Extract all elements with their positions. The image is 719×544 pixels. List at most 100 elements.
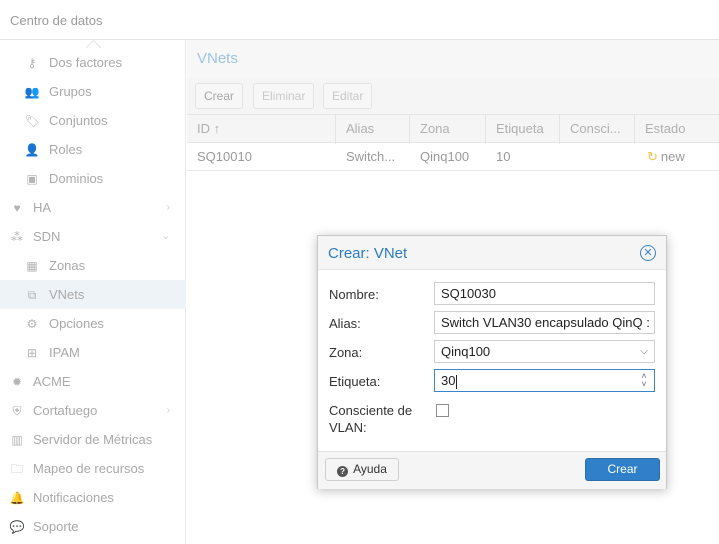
sidebar-item-opciones[interactable]: ⚙ Opciones	[0, 309, 186, 338]
alias-value: Switch VLAN30 encapsulado QinQ :	[441, 315, 650, 330]
chevron-right-icon[interactable]: ›	[167, 396, 170, 425]
sidebar-item-label: VNets	[49, 287, 85, 302]
zone-label: Zona:	[329, 345, 363, 360]
vlan-aware-label-line1: Consciente de	[329, 403, 413, 418]
sidebar-item-cortafuego[interactable]: ⛨ Cortafuego ›	[0, 396, 186, 425]
chevron-down-icon[interactable]: ⌵	[640, 341, 648, 362]
network-icon: ⧉	[27, 287, 37, 302]
create-submit-button[interactable]: Crear	[585, 458, 660, 481]
name-label: Nombre:	[329, 287, 379, 302]
sidebar-item-label: Cortafuego	[33, 403, 98, 418]
tag-value: 30	[441, 373, 456, 388]
person-icon: 👤	[24, 142, 40, 157]
sidebar-item-label: Dominios	[49, 171, 104, 186]
comments-icon: 💬	[9, 519, 25, 534]
sidebar-item-grupos[interactable]: 👥 Grupos	[0, 77, 186, 106]
create-vnet-dialog: Crear: VNet ✕ Nombre: SQ10030 Alias: Swi…	[317, 235, 667, 489]
sidebar-item-label: ACME	[33, 374, 71, 389]
vlan-aware-label-line2: VLAN:	[329, 420, 367, 435]
sidebar-item-servidor-de-métricas[interactable]: ▥ Servidor de Métricas	[0, 425, 186, 454]
sidebar-item-dominios[interactable]: ▣ Dominios	[0, 164, 186, 193]
cell-id: SQ10010	[197, 149, 252, 164]
create-button[interactable]: Crear	[195, 83, 244, 109]
sidebar-item-label: Zonas	[49, 258, 86, 273]
name-field[interactable]: SQ10030	[434, 282, 655, 305]
state-text: new	[660, 149, 685, 164]
gear-icon: ⚙	[26, 316, 38, 331]
sdn-icon: ⁂	[11, 229, 23, 244]
address-book-icon: ▣	[26, 171, 38, 186]
edit-button[interactable]: Editar	[323, 83, 373, 109]
cell-tag: 10	[496, 149, 511, 164]
zone-value: Qinq100	[441, 344, 491, 359]
sidebar: ⚷ Dos factores 👥 Grupos 🏷 Conjuntos 👤 Roles ▣ Dom…	[0, 40, 186, 544]
delete-button[interactable]: Eliminar	[253, 83, 315, 109]
signpost-icon: ⊞	[26, 345, 38, 360]
breadcrumb[interactable]: Centro de datos	[10, 13, 103, 28]
sidebar-item-label: Mapeo de recursos	[33, 461, 145, 476]
alias-field[interactable]: Switch VLAN30 encapsulado QinQ :	[434, 311, 655, 334]
sidebar-item-mapeo-de-recursos[interactable]: 🗀 Mapeo de recursos	[0, 454, 186, 483]
sidebar-item-label: Conjuntos	[49, 113, 108, 128]
bell-icon: 🔔	[9, 490, 25, 505]
heartbeat-icon: ♥	[13, 200, 21, 215]
folder-icon: 🗀	[10, 461, 23, 476]
tag-label: Etiqueta:	[329, 374, 381, 389]
chevron-right-icon[interactable]: ›	[167, 193, 170, 222]
vlan-aware-checkbox[interactable]	[436, 404, 449, 417]
refresh-icon: ↻	[647, 149, 658, 164]
sidebar-item-label: HA	[33, 200, 52, 215]
users-icon: 👥	[24, 84, 40, 99]
panel-title: VNets	[197, 50, 238, 67]
sidebar-item-label: Opciones	[49, 316, 104, 331]
sidebar-item-label: SDN	[33, 229, 61, 244]
sidebar-item-label: Dos factores	[49, 55, 122, 70]
sidebar-item-label: Grupos	[49, 84, 92, 99]
table-row[interactable]: SQ10010 Switch... Qinq100 10 ↻ new	[187, 143, 719, 171]
help-label: Ayuda	[353, 462, 387, 476]
sidebar-item-vnets[interactable]: ⧉ VNets	[0, 280, 186, 309]
key-icon: ⚷	[27, 55, 37, 70]
cell-state: ↻ new	[637, 143, 719, 170]
bar-chart-icon: ▥	[11, 432, 23, 447]
sidebar-item-ha[interactable]: ♥ HA ›	[0, 193, 186, 222]
toolbar: Crear Eliminar Editar	[187, 78, 719, 114]
sidebar-item-ipam[interactable]: ⊞ IPAM	[0, 338, 186, 367]
chevron-down-icon[interactable]: ⌄	[162, 222, 170, 251]
help-button[interactable]: ? Ayuda	[325, 458, 399, 481]
dialog-header: Crear: VNet ✕	[318, 236, 666, 270]
certificate-icon: ✹	[11, 374, 23, 389]
cell-vlan-aware	[560, 143, 635, 170]
panel-header: VNets	[187, 40, 719, 79]
dialog-footer: ? Ayuda Crear	[318, 451, 666, 489]
question-icon: ?	[337, 466, 349, 477]
column-header-vlan-aware[interactable]: Consci...	[560, 115, 635, 144]
name-value: SQ10030	[441, 286, 496, 301]
zone-select[interactable]: Qinq100 ⌵	[434, 340, 655, 363]
sidebar-item-notificaciones[interactable]: 🔔 Notificaciones	[0, 483, 186, 512]
sidebar-item-conjuntos[interactable]: 🏷 Conjuntos	[0, 106, 186, 135]
tag-stepper[interactable]: 30 ˄ ˅	[434, 369, 655, 392]
column-header-zone[interactable]: Zona	[410, 115, 486, 144]
column-header-state[interactable]: Estado	[635, 115, 719, 144]
text-caret	[456, 374, 458, 389]
cell-alias: Switch...	[346, 149, 396, 164]
dialog-title: Crear: VNet	[328, 245, 408, 262]
column-header-id[interactable]: ID ↑	[187, 115, 336, 144]
sidebar-item-sdn[interactable]: ⁂ SDN ⌄	[0, 222, 186, 251]
decrement-icon[interactable]: ˅	[639, 380, 649, 389]
sidebar-item-soporte[interactable]: 💬 Soporte	[0, 512, 186, 541]
column-header-tag[interactable]: Etiqueta	[486, 115, 560, 144]
sidebar-item-label: Roles	[49, 142, 83, 157]
cell-zone: Qinq100	[420, 149, 470, 164]
grid-icon: ▦	[26, 258, 38, 273]
sidebar-item-roles[interactable]: 👤 Roles	[0, 135, 186, 164]
shield-icon: ⛨	[12, 403, 22, 418]
tags-icon: 🏷	[24, 113, 40, 128]
sidebar-item-acme[interactable]: ✹ ACME	[0, 367, 186, 396]
top-bar: Centro de datos	[0, 0, 719, 40]
sidebar-item-zonas[interactable]: ▦ Zonas	[0, 251, 186, 280]
close-icon[interactable]: ✕	[640, 245, 656, 261]
stepper-arrows[interactable]: ˄ ˅	[639, 372, 649, 389]
column-header-alias[interactable]: Alias	[336, 115, 410, 144]
